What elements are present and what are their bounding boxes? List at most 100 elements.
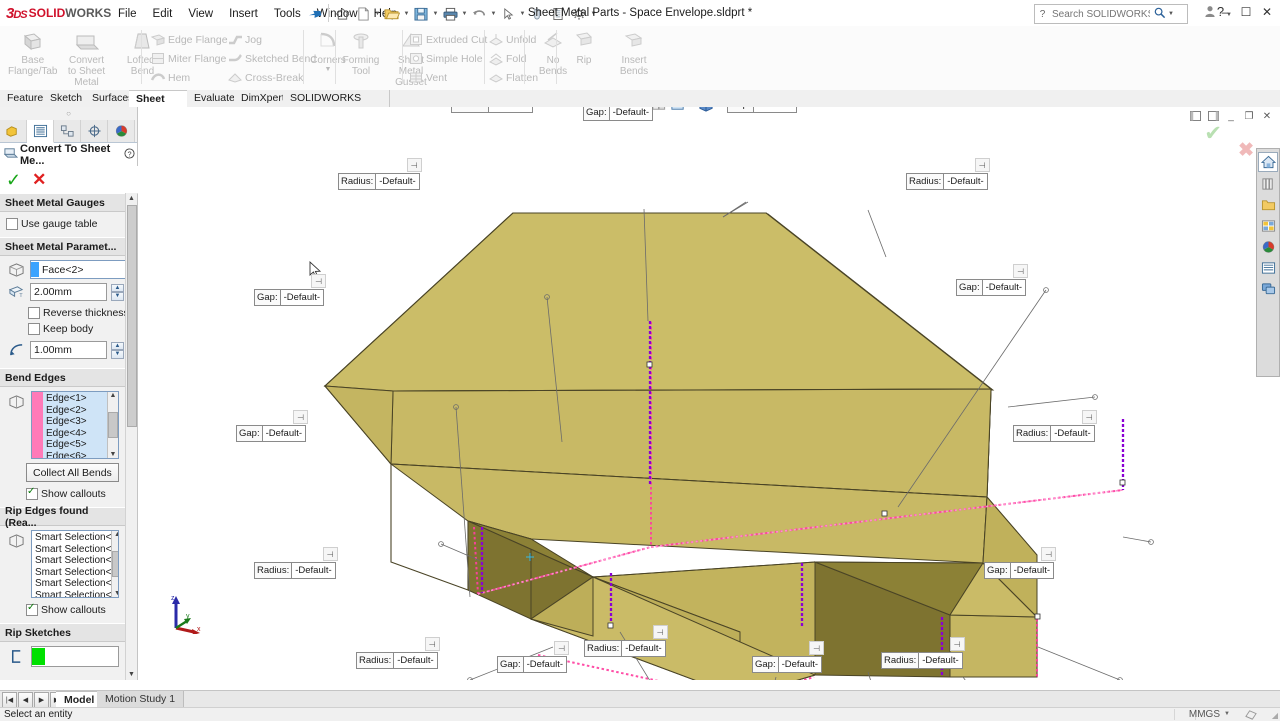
callout-value[interactable]: -Default- [622, 641, 664, 656]
property-manager-scrollbar[interactable]: ▲ ▼ [125, 193, 137, 680]
thickness-input[interactable]: 2.00mm [30, 283, 107, 301]
callout-box[interactable]: Radius: -Default- ⊣ [584, 640, 666, 657]
callout-pin-icon[interactable]: ⊣ [809, 641, 824, 655]
callout-gap-5[interactable]: Gap: -Default- ⊣ [236, 425, 306, 442]
callout-value[interactable]: -Default- [263, 426, 305, 441]
callout-box[interactable]: Gap: -Default- [727, 107, 797, 113]
help-search-box[interactable]: ? ▼ [1034, 4, 1188, 24]
search-input[interactable] [1050, 8, 1152, 21]
use-gauge-table-row[interactable]: Use gauge table [6, 216, 133, 232]
thickness-row[interactable]: T 2.00mm ▲▼ [6, 283, 133, 301]
sheet-metal-model[interactable] [138, 107, 1280, 680]
section-header[interactable]: Sheet Metal Gauges ^ [0, 193, 137, 212]
rip-edges-scrollbar[interactable]: ▲ ▼ [111, 531, 119, 597]
panel-grip[interactable]: ○ [0, 107, 137, 120]
drawing-icon[interactable] [548, 4, 568, 24]
list-item[interactable]: Smart Selection< [35, 578, 111, 590]
callout-box[interactable]: Radius: -Default- ⊣ [338, 173, 420, 190]
unit-system-dropdown-icon[interactable]: ▼ [1224, 708, 1230, 721]
configuration-manager-tab[interactable] [54, 120, 81, 142]
quick-access-toolbar[interactable]: ▼ ▼ ▼ ▼ ▼ ▼ [332, 3, 597, 24]
save-icon[interactable] [411, 4, 431, 24]
list-item[interactable]: Smart Selection< [35, 532, 111, 544]
callout-value[interactable]: -Default- [983, 280, 1025, 295]
bend-radius-input[interactable]: 1.00mm [30, 341, 107, 359]
dimxpert-manager-tab[interactable] [81, 120, 108, 142]
list-item[interactable]: Smart Selection< [35, 544, 111, 556]
menu-view[interactable]: View [180, 6, 221, 22]
callout-pin-icon[interactable]: ⊣ [554, 641, 569, 655]
bend-edges-scrollbar[interactable]: ▲ ▼ [107, 392, 118, 458]
thickness-stepper[interactable]: ▲▼ [111, 284, 124, 301]
rip-show-callouts-row[interactable]: Show callouts [26, 602, 133, 618]
callout-pin-icon[interactable]: ⊣ [425, 637, 440, 651]
list-item[interactable]: Smart Selection< [35, 555, 111, 567]
callout-box[interactable]: Gap: -Default- ⊣ [236, 425, 306, 442]
keep-body-row[interactable]: Keep body [28, 321, 133, 337]
property-manager-tab[interactable] [27, 120, 54, 143]
callout-pin-icon[interactable]: ⊣ [950, 637, 965, 651]
file-explorer-icon[interactable] [1259, 196, 1277, 214]
stepper-up-icon[interactable]: ▲ [111, 284, 124, 293]
tab-solidworks-addins[interactable]: SOLIDWORKS Add-Ins [283, 90, 390, 107]
callout-value[interactable]: -Default- [281, 290, 323, 305]
callout-gap-3[interactable]: Gap: -Default- ⊣ [956, 279, 1026, 296]
rip-sketches-list[interactable] [31, 646, 119, 667]
callout-radius-3[interactable]: Radius: -Default- ⊣ [906, 173, 988, 190]
section-header[interactable]: Rip Edges found (Rea... ^ [0, 507, 137, 526]
callout-value[interactable]: -Default- [489, 107, 531, 112]
base-flange-tab-button[interactable]: BaseFlange/Tab [4, 27, 61, 77]
overlay-icon[interactable] [1244, 709, 1258, 724]
list-item[interactable]: Edge<6> [46, 451, 107, 459]
list-item[interactable]: Edge<3> [46, 416, 107, 428]
feature-manager-tree-tab[interactable] [0, 120, 27, 142]
menu-tools[interactable]: Tools [266, 6, 309, 22]
corners-dropdown-icon[interactable]: ▼ [325, 66, 332, 73]
solidworks-forum-icon[interactable] [1259, 280, 1277, 298]
menu-edit[interactable]: Edit [145, 6, 181, 22]
list-item[interactable]: Smart Selection< [35, 567, 111, 579]
collect-all-bends-button[interactable]: Collect All Bends [26, 463, 119, 482]
minimize-button[interactable]: – [1216, 3, 1234, 21]
list-item[interactable]: Edge<4> [46, 428, 107, 440]
scroll-thumb[interactable] [108, 412, 118, 438]
edge-flange-button[interactable]: Edge Flange [148, 30, 234, 49]
open-folder-icon[interactable] [382, 4, 402, 24]
magnifier-icon[interactable] [1152, 7, 1168, 22]
insert-bends-button[interactable]: InsertBends [609, 27, 659, 77]
callout-box[interactable]: Gap: -Default- ⊣ [956, 279, 1026, 296]
stepper-up-icon[interactable]: ▲ [111, 342, 124, 351]
bend-radius-stepper[interactable]: ▲▼ [111, 342, 124, 359]
new-document-dropdown-icon[interactable]: ▼ [374, 4, 381, 24]
section-header[interactable]: Bend Edges ^ [0, 368, 137, 387]
face-selection-row[interactable]: Face<2> [6, 260, 133, 279]
menu-insert[interactable]: Insert [221, 6, 266, 22]
section-header[interactable]: Rip Sketches ^ [0, 623, 137, 642]
undo-dropdown-icon[interactable]: ▼ [490, 4, 497, 24]
callout-value[interactable]: -Default- [610, 107, 652, 120]
select-icon[interactable] [498, 4, 518, 24]
close-button[interactable]: ✕ [1258, 3, 1276, 21]
callout-box[interactable]: Radius: -Default- [451, 107, 533, 113]
callout-box[interactable]: Radius: -Default- ⊣ [906, 173, 988, 190]
tab-motion-study-1[interactable]: Motion Study 1 [97, 691, 184, 708]
callout-pin-icon[interactable]: ⊣ [311, 274, 326, 288]
rip-edges-items[interactable]: Smart Selection< Smart Selection< Smart … [32, 531, 111, 597]
property-manager-action-row[interactable]: ✓ ✕ [0, 166, 143, 194]
new-document-icon[interactable] [353, 4, 373, 24]
rebuild-icon[interactable] [527, 4, 547, 24]
callout-box[interactable]: Radius: -Default- ⊣ [356, 652, 438, 669]
callout-radius-1[interactable]: Radius: -Default- ⊣ [338, 173, 420, 190]
use-gauge-table-checkbox[interactable] [6, 218, 18, 230]
undo-icon[interactable] [469, 4, 489, 24]
scroll-up-icon[interactable]: ▲ [114, 531, 119, 538]
appearances-scenes-icon[interactable] [1259, 238, 1277, 256]
callout-box[interactable]: Gap: -Default- ⊣ [984, 562, 1054, 579]
callout-radius-8[interactable]: Radius: -Default- ⊣ [881, 652, 963, 669]
list-item[interactable]: Edge<5> [46, 439, 107, 451]
list-item[interactable]: Edge<2> [46, 405, 107, 417]
callout-value[interactable]: -Default- [944, 174, 986, 189]
keep-body-checkbox[interactable] [28, 323, 40, 335]
face-selection-box[interactable]: Face<2> [30, 260, 133, 279]
open-folder-dropdown-icon[interactable]: ▼ [403, 4, 410, 24]
